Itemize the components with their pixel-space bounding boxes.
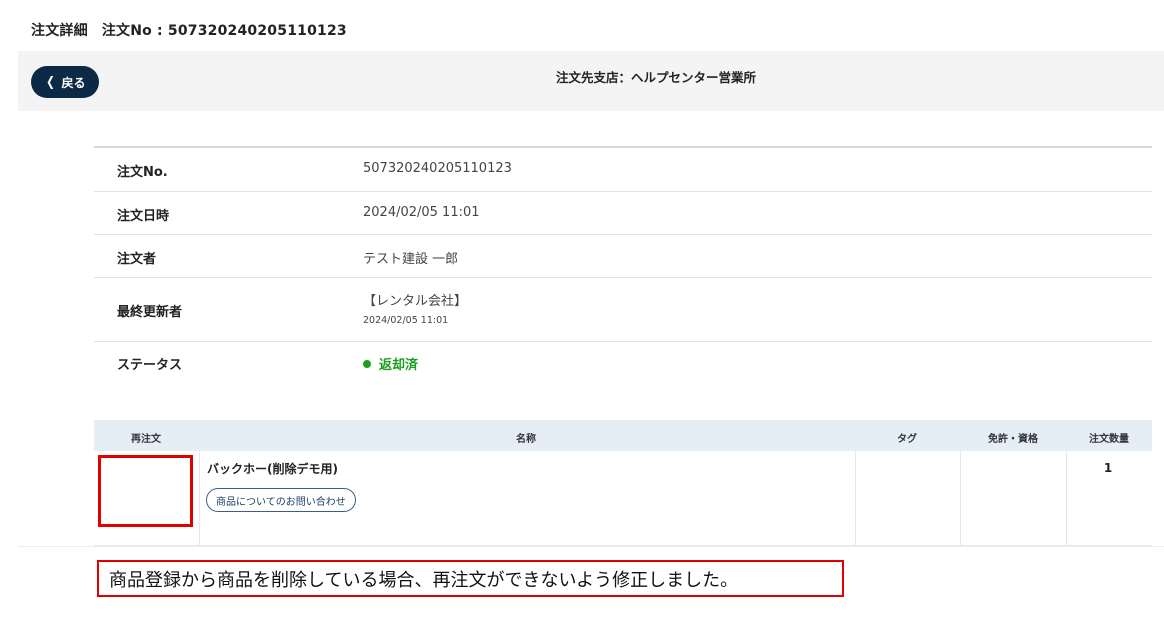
- info-sub-value: 2024/02/05 11:01: [363, 315, 449, 326]
- column-divider: [199, 451, 200, 545]
- status-text: 返却済: [379, 358, 419, 373]
- item-name: バックホー(削除デモ用): [207, 462, 338, 476]
- column-header-tag: タグ: [897, 434, 917, 445]
- info-label: ステータス: [117, 358, 183, 373]
- column-header-license: 免許・資格: [988, 434, 1038, 445]
- status-dot-icon: [363, 360, 371, 368]
- order-info-table: 注文No. 507320240205110123 注文日時 2024/02/05…: [94, 146, 1152, 384]
- column-header-quantity: 注文数量: [1089, 434, 1129, 445]
- annotation-note: 商品登録から商品を削除している場合、再注文ができないよう修正しました。: [97, 560, 844, 597]
- info-label: 注文者: [117, 252, 157, 267]
- info-row-orderer: 注文者 テスト建設 一郎: [94, 235, 1152, 278]
- info-row-last-updater: 最終更新者 【レンタル会社】 2024/02/05 11:01: [94, 278, 1152, 342]
- items-table-header: 再注文 名称 タグ 免許・資格 注文数量: [94, 420, 1152, 451]
- order-detail-page: 注文詳細 注文No : 507320240205110123 ❮ 戻る 注文先支店…: [0, 0, 1164, 622]
- header-bar: ❮ 戻る 注文先支店：ヘルプセンター営業所: [18, 51, 1164, 111]
- page-title: 注文詳細 注文No : 507320240205110123: [31, 20, 347, 40]
- info-value: 【レンタル会社】: [363, 294, 468, 309]
- product-inquiry-button[interactable]: 商品についてのお問い合わせ: [206, 488, 356, 512]
- divider: [18, 546, 1164, 547]
- info-row-order-date: 注文日時 2024/02/05 11:01: [94, 192, 1152, 235]
- status-badge: 返却済: [363, 354, 418, 373]
- page-title-label: 注文詳細: [31, 23, 88, 39]
- table-row: バックホー(削除デモ用) 商品についてのお問い合わせ 1: [94, 451, 1152, 546]
- item-quantity: 1: [1103, 461, 1113, 475]
- info-label: 注文日時: [117, 209, 170, 224]
- info-label: 最終更新者: [117, 305, 183, 320]
- reorder-cell-highlight: [98, 455, 193, 527]
- column-header-reorder: 再注文: [131, 434, 161, 445]
- info-value: 507320240205110123: [363, 161, 512, 176]
- column-header-name: 名称: [516, 434, 536, 445]
- info-value: テスト建設 一郎: [363, 252, 459, 267]
- column-divider: [960, 451, 961, 545]
- column-divider: [1066, 451, 1067, 545]
- items-table: 再注文 名称 タグ 免許・資格 注文数量 バックホー(削除デモ用) 商品について…: [94, 420, 1152, 546]
- info-row-status: ステータス 返却済: [94, 342, 1152, 384]
- info-value: 2024/02/05 11:01: [363, 205, 480, 220]
- page-title-order-no: 注文No : 507320240205110123: [101, 23, 347, 39]
- column-divider: [855, 451, 856, 545]
- info-label: 注文No.: [117, 165, 168, 180]
- info-row-order-no: 注文No. 507320240205110123: [94, 148, 1152, 192]
- store-label: 注文先支店：ヘルプセンター営業所: [555, 70, 756, 85]
